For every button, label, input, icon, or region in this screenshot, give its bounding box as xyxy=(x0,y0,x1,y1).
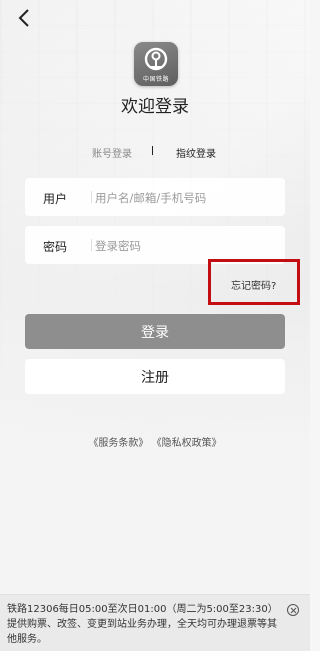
tab-separator xyxy=(152,146,153,155)
field-divider xyxy=(91,191,92,203)
chevron-left-icon xyxy=(18,9,29,27)
logo-text: 中国铁路 xyxy=(142,76,169,83)
tab-account-login[interactable]: 账号登录 xyxy=(92,145,132,160)
close-icon[interactable] xyxy=(287,604,299,616)
privacy-policy-link[interactable]: 《隐私权政策》 xyxy=(152,438,222,449)
password-label: 密码 xyxy=(43,240,68,254)
policy-links: 《服务条款》 《隐私权政策》 xyxy=(0,434,310,449)
back-button[interactable] xyxy=(14,6,38,30)
service-notice-banner: 铁路12306每日05:00至次日01:00（周二为5:00至23:30）提供购… xyxy=(0,594,310,651)
username-input[interactable] xyxy=(93,187,277,209)
china-railway-logo: 中国铁路 xyxy=(134,42,178,86)
register-button[interactable]: 注册 xyxy=(25,359,285,394)
forgot-password-link[interactable]: 忘记密码? xyxy=(231,277,276,292)
field-divider xyxy=(91,239,92,251)
tab-fingerprint-login[interactable]: 指纹登录 xyxy=(176,145,216,160)
terms-of-service-link[interactable]: 《服务条款》 xyxy=(88,438,148,449)
username-label: 用户 xyxy=(43,192,68,206)
page-title: 欢迎登录 xyxy=(121,97,189,117)
username-field: 用户 xyxy=(25,178,285,216)
notice-text: 铁路12306每日05:00至次日01:00（周二为5:00至23:30）提供购… xyxy=(7,604,278,645)
login-button[interactable]: 登录 xyxy=(25,314,285,349)
password-input[interactable] xyxy=(93,235,277,257)
login-screen: 中国铁路 欢迎登录 账号登录 指纹登录 用户 密码 忘记密码? 登录 注册 《服… xyxy=(0,0,310,651)
railway-emblem-icon xyxy=(144,47,168,71)
